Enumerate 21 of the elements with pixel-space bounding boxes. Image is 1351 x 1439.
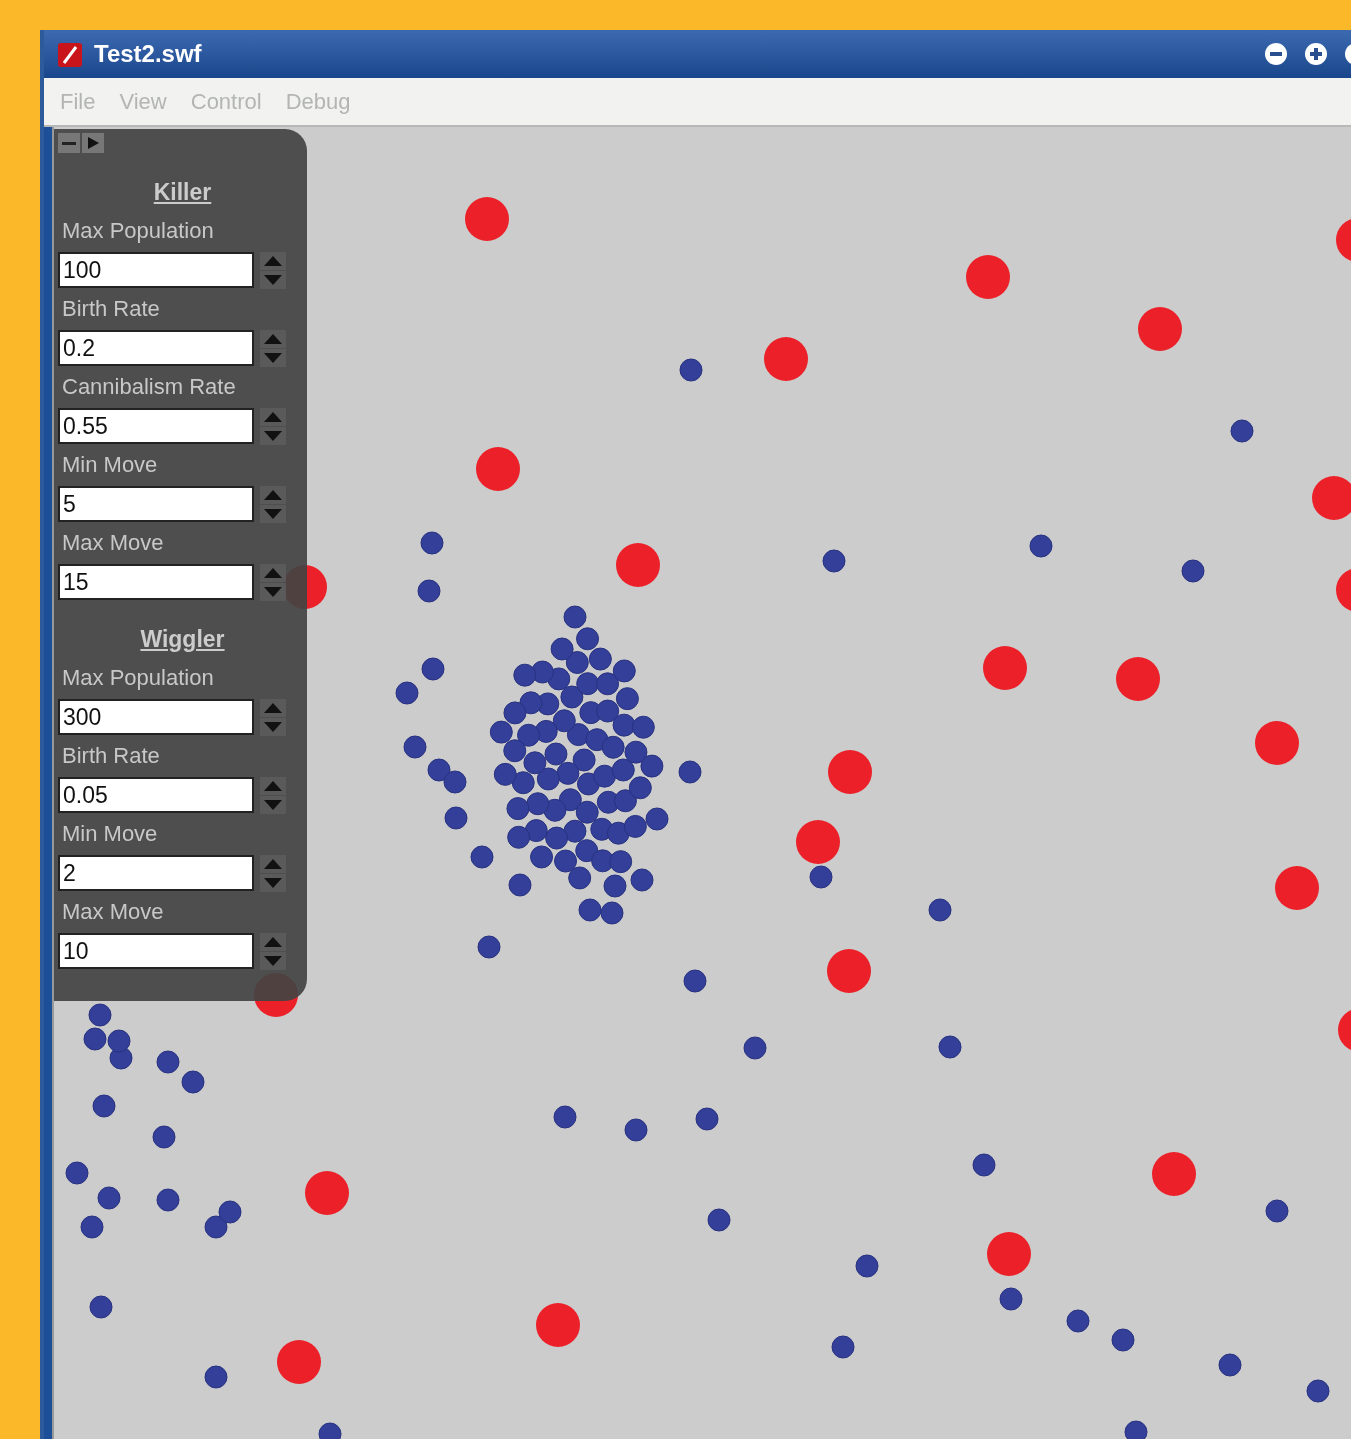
number-input[interactable]: 10 [58,933,254,969]
field-label: Min Move [61,451,159,479]
field-label: Max Move [61,898,165,926]
section-heading: Wiggler [140,626,225,653]
window-title: Test2.swf [94,40,202,68]
field-label: Birth Rate [61,742,161,770]
number-input[interactable]: 0.55 [58,408,254,444]
number-input[interactable]: 300 [58,699,254,735]
field-label: Cannibalism Rate [61,373,237,401]
number-input[interactable]: 100 [58,252,254,288]
number-input[interactable]: 5 [58,486,254,522]
field-label: Max Move [61,529,165,557]
number-input[interactable]: 15 [58,564,254,600]
number-input[interactable]: 0.05 [58,777,254,813]
field-label: Birth Rate [61,295,161,323]
field-label: Min Move [61,820,159,848]
section-heading: Killer [153,179,212,206]
number-input[interactable]: 2 [58,855,254,891]
number-input[interactable]: 0.2 [58,330,254,366]
field-label: Max Population [61,217,215,245]
field-label: Max Population [61,664,215,692]
